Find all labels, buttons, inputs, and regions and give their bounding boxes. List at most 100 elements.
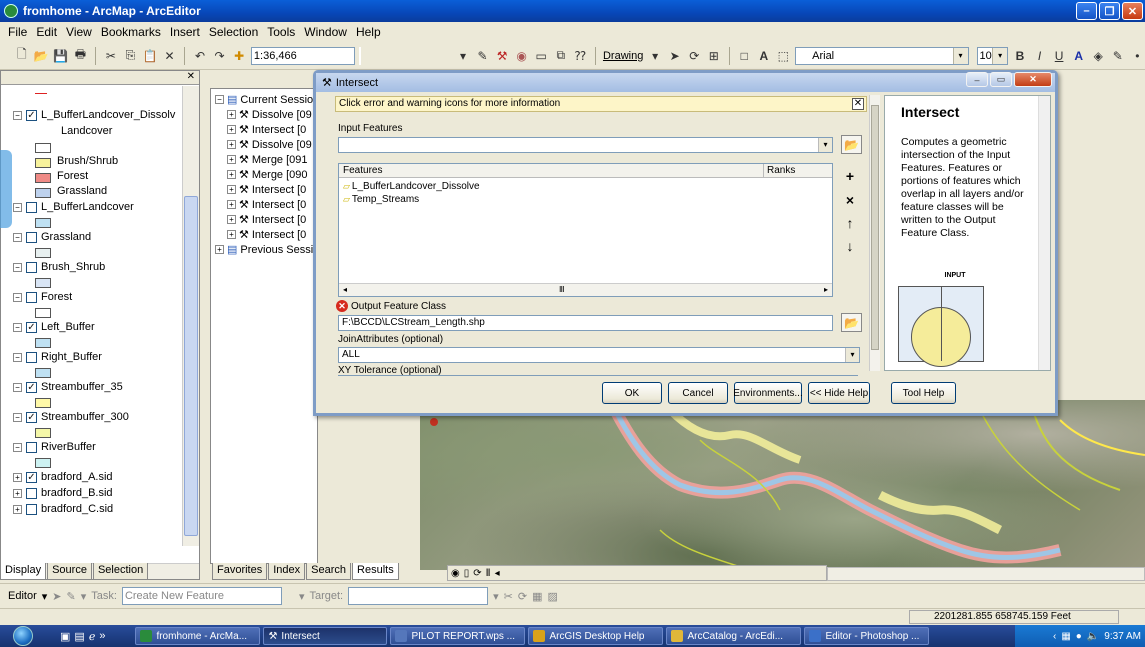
toc-layer-l-bufferlandcover[interactable]: − L_BufferLandcover (13, 201, 134, 213)
dialog-minimize-button[interactable]: – (966, 72, 988, 87)
results-item[interactable]: + ⚒ Intersect [0 (227, 198, 306, 211)
menu-tools[interactable]: Tools (267, 25, 295, 39)
menu-selection[interactable]: Selection (209, 25, 258, 39)
quick-launch-icon[interactable]: ▤ (74, 630, 84, 643)
features-horizontal-scrollbar[interactable]: ◂ Ⅲ ▸ (339, 283, 832, 296)
input-features-combo[interactable]: ▾ (338, 137, 833, 153)
tab-source[interactable]: Source (47, 563, 92, 580)
marker-color-icon[interactable]: • (1130, 47, 1145, 65)
data-view-icon[interactable]: ◉ (451, 568, 460, 579)
split-tool-icon[interactable]: ✂ (504, 590, 513, 603)
zoom-page-icon[interactable]: ⊞ (706, 47, 722, 65)
dialog-close-button[interactable]: ✕ (1014, 72, 1052, 87)
menu-bookmarks[interactable]: Bookmarks (101, 25, 161, 39)
task-select[interactable]: Create New Feature (121, 587, 282, 605)
tray-arrow-icon[interactable]: ‹ (1053, 631, 1056, 642)
menu-window[interactable]: Window (304, 25, 347, 39)
open-icon[interactable]: 📂 (34, 47, 50, 65)
tab-favorites[interactable]: Favorites (212, 563, 268, 580)
menu-file[interactable]: File (8, 25, 27, 39)
results-item[interactable]: + ⚒ Intersect [0 (227, 183, 306, 196)
toc-layer-l-bufferlandcover-dissolve[interactable]: − ✓ L_BufferLandcover_Dissolv (13, 109, 175, 121)
ranks-column-header[interactable]: Ranks (767, 165, 795, 176)
tab-search[interactable]: Search (306, 563, 352, 580)
taskbar-item-arcgis-help[interactable]: ArcGIS Desktop Help (528, 627, 664, 645)
undo-icon[interactable]: ↶ (192, 47, 208, 65)
features-column-header[interactable]: Features (343, 165, 382, 176)
close-button[interactable]: ✕ (1122, 2, 1143, 20)
map-display[interactable] (420, 400, 1145, 570)
scroll-left-icon[interactable]: ◂ (495, 568, 500, 579)
sketch-tool-icon[interactable]: ✎ (67, 590, 76, 603)
output-feature-class-field[interactable]: F:\BCCD\LCStream_Length.shp (338, 315, 833, 331)
toc-layer-streambuffer-35[interactable]: − ✓ Streambuffer_35 (13, 381, 123, 393)
error-icon[interactable]: ✕ (336, 300, 348, 312)
taskbar-item-photoshop[interactable]: Editor - Photoshop ... (804, 627, 930, 645)
results-previous-session[interactable]: + ▤ Previous Sessio (215, 243, 319, 256)
map-horizontal-scrollbar[interactable] (827, 567, 1145, 581)
scrollbar-thumb[interactable] (871, 105, 879, 350)
collapse-icon[interactable]: − (13, 110, 22, 120)
taskbar-item-intersect[interactable]: ⚒ Intersect (263, 627, 388, 645)
chevron-down-icon[interactable]: ▾ (818, 138, 832, 152)
layout-view-icon[interactable]: ▯ (464, 568, 470, 579)
clock[interactable]: 9:37 AM (1104, 631, 1141, 642)
rotate-tool-icon[interactable]: ⟳ (518, 590, 527, 603)
menu-view[interactable]: View (66, 25, 92, 39)
results-item[interactable]: + ⚒ Intersect [0 (227, 213, 306, 226)
new-icon[interactable]: 🗋 (14, 47, 30, 65)
results-item[interactable]: + ⚒ Intersect [0 (227, 123, 306, 136)
features-list[interactable]: Features Ranks ▱ L_BufferLandcover_Dissol… (338, 163, 833, 297)
feature-item[interactable]: ▱ L_BufferLandcover_Dissolve (343, 181, 480, 192)
toc-layer-bradford-b[interactable]: + bradford_B.sid (13, 487, 113, 499)
chevron-down-icon[interactable]: ▾ (299, 590, 305, 603)
redo-icon[interactable]: ↷ (212, 47, 228, 65)
remove-row-button[interactable]: × (841, 191, 859, 209)
feature-item[interactable]: ▱ Temp_Streams (343, 194, 419, 205)
chevron-down-icon[interactable]: ▾ (81, 590, 87, 603)
toc-layer-right-buffer[interactable]: − Right_Buffer (13, 351, 102, 363)
layer-checkbox[interactable]: ✓ (26, 109, 37, 121)
results-current-session[interactable]: − ▤ Current Session (215, 93, 319, 106)
toc-vertical-scrollbar[interactable] (182, 86, 199, 546)
paste-icon[interactable]: 📋 (142, 47, 158, 65)
toc-layer-forest[interactable]: − Forest (13, 291, 72, 303)
tab-index[interactable]: Index (268, 563, 306, 580)
more-icon[interactable]: » (99, 630, 105, 643)
text-icon[interactable]: A (756, 47, 772, 65)
fill-color-icon[interactable]: ◈ (1090, 47, 1106, 65)
dialog-maximize-button[interactable]: ▭ (990, 72, 1012, 87)
arctoolbox-icon[interactable]: ⚒ (494, 47, 510, 65)
tab-results[interactable]: Results (352, 563, 399, 580)
move-down-button[interactable]: ↓ (841, 237, 859, 255)
minimize-button[interactable]: – (1076, 2, 1097, 20)
menu-edit[interactable]: Edit (36, 25, 57, 39)
ie-icon[interactable]: ℯ (89, 630, 96, 643)
editor-toolbar-icon[interactable]: ✎ (475, 47, 491, 65)
toc-layer-bradford-a[interactable]: + ✓ bradford_A.sid (13, 471, 113, 483)
rectangle-icon[interactable]: □ (736, 47, 752, 65)
results-item[interactable]: + ⚒ Merge [091 (227, 153, 308, 166)
chevron-down-icon[interactable]: ▾ (493, 590, 499, 603)
font-name-combo[interactable]: Arial ▾ (795, 46, 969, 65)
start-button[interactable] (0, 625, 46, 647)
scrollbar-thumb[interactable] (184, 196, 198, 536)
drawing-menu[interactable]: Drawing (603, 50, 643, 62)
browse-folder-icon[interactable]: 📂 (841, 313, 862, 332)
command-line-icon[interactable]: ▭ (533, 47, 549, 65)
edit-tool-icon[interactable]: ➤ (52, 590, 61, 603)
results-item[interactable]: + ⚒ Dissolve [09 (227, 138, 312, 151)
copy-icon[interactable]: ⎘ (123, 47, 139, 65)
help-scrollbar[interactable] (1038, 96, 1050, 370)
line-color-icon[interactable]: ✎ (1110, 47, 1126, 65)
whats-this-icon[interactable]: ⁇ (573, 47, 589, 65)
toc-layer-riverbuffer[interactable]: − RiverBuffer (13, 441, 96, 453)
add-row-button[interactable]: + (841, 167, 859, 185)
print-icon[interactable]: 🖶 (73, 47, 89, 65)
scale-dropdown-icon[interactable]: ▾ (455, 47, 471, 65)
attributes-icon[interactable]: ▦ (532, 590, 542, 603)
close-icon[interactable]: ✕ (187, 71, 195, 82)
dialog-vertical-scrollbar[interactable] (869, 95, 880, 371)
join-attributes-select[interactable]: ALL ▾ (338, 347, 860, 363)
chevron-down-icon[interactable]: ▾ (42, 590, 48, 603)
